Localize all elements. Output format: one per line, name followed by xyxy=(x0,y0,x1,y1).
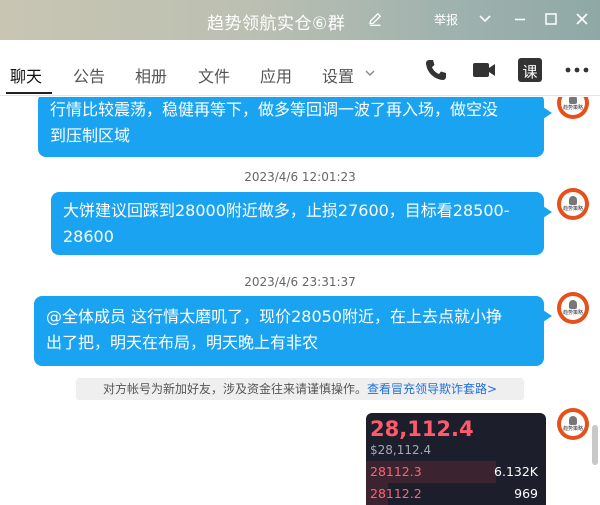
maximize-icon[interactable] xyxy=(542,10,560,28)
message-line: 行情比较震荡，稳健再等下，做多等回调一波了再入场，做空没 xyxy=(50,100,499,119)
avatar[interactable]: 趋势策略 xyxy=(557,97,589,119)
timestamp: 2023/4/6 23:31:37 xyxy=(244,275,356,289)
tab-settings[interactable]: 设置 xyxy=(322,63,354,87)
safety-notice: 对方帐号为新加好友，涉及资金往来请谨慎操作。查看冒充领导欺诈套路> xyxy=(76,378,524,400)
message-line: 大饼建议回踩到28000附近做多，止损27600，目标看28500- xyxy=(63,201,510,220)
message-line: 到压制区域 xyxy=(50,126,131,145)
tab-apps[interactable]: 应用 xyxy=(260,63,292,87)
active-tab-indicator xyxy=(6,92,52,94)
title-bar: 趋势领航实仓⑥群 举报 xyxy=(0,0,600,40)
close-icon[interactable] xyxy=(573,10,591,28)
price-image-message[interactable]: 28,112.4 $28,112.4 28112.3 6.132K 28112.… xyxy=(366,413,546,505)
message-line: @全体成员 这行情太磨叽了，现价28050附近，在上去点就小挣 xyxy=(46,307,502,326)
more-icon[interactable] xyxy=(563,56,591,84)
avatar-label: 趋势策略 xyxy=(561,296,585,320)
course-button[interactable]: 课 xyxy=(518,58,542,82)
tab-announcement[interactable]: 公告 xyxy=(73,63,105,87)
pin-dropdown-icon[interactable] xyxy=(476,10,494,28)
notice-text: 对方帐号为新加好友，涉及资金往来请谨慎操作。 xyxy=(102,382,367,396)
row-volume: 6.132K xyxy=(494,464,538,479)
minimize-icon[interactable] xyxy=(511,10,529,28)
avatar-label: 趋势策略 xyxy=(561,412,585,436)
chevron-down-icon[interactable] xyxy=(364,68,376,78)
tab-bar: 聊天 公告 相册 文件 应用 设置 课 xyxy=(0,40,600,96)
message-line: 28600 xyxy=(63,227,114,246)
video-call-icon[interactable] xyxy=(470,56,498,84)
card-usd-price: $28,112.4 xyxy=(370,443,432,457)
avatar[interactable]: 趋势策略 xyxy=(557,188,589,220)
scrollbar-thumb[interactable] xyxy=(592,425,598,465)
fraud-info-link[interactable]: 查看冒充领导欺诈套路> xyxy=(367,382,497,396)
avatar-label: 趋势策略 xyxy=(561,97,585,115)
row-volume: 969 xyxy=(514,486,538,501)
message-line: 出了把，明天在布局，明天晚上有非农 xyxy=(46,333,319,352)
chat-area[interactable]: 行情比较震荡，稳健再等下，做多等回调一波了再入场，做空没 到压制区域 趋势策略 … xyxy=(0,97,600,505)
avatar[interactable]: 趋势策略 xyxy=(557,292,589,324)
window-title: 趋势领航实仓⑥群 xyxy=(207,14,346,34)
message-bubble[interactable]: 大饼建议回踩到28000附近做多，止损27600，目标看28500- 28600 xyxy=(51,192,552,255)
message-bubble[interactable]: 行情比较震荡，稳健再等下，做多等回调一波了再入场，做空没 到压制区域 xyxy=(38,97,552,157)
orderbook-row: 28112.2 969 xyxy=(366,483,546,505)
avatar-label: 趋势策略 xyxy=(561,192,585,216)
orderbook-row: 28112.3 6.132K xyxy=(366,461,546,483)
phone-icon[interactable] xyxy=(422,56,450,84)
tab-album[interactable]: 相册 xyxy=(135,63,167,87)
message-bubble[interactable]: @全体成员 这行情太磨叽了，现价28050附近，在上去点就小挣 出了把，明天在布… xyxy=(34,296,552,366)
tab-files[interactable]: 文件 xyxy=(198,63,230,87)
avatar[interactable]: 趋势策略 xyxy=(557,408,589,440)
row-price: 28112.2 xyxy=(370,486,422,501)
edit-icon[interactable] xyxy=(367,11,383,27)
report-link[interactable]: 举报 xyxy=(434,11,458,28)
row-price: 28112.3 xyxy=(370,464,422,479)
tab-chat[interactable]: 聊天 xyxy=(10,63,42,87)
timestamp: 2023/4/6 12:01:23 xyxy=(244,170,356,184)
card-price: 28,112.4 xyxy=(370,417,474,441)
